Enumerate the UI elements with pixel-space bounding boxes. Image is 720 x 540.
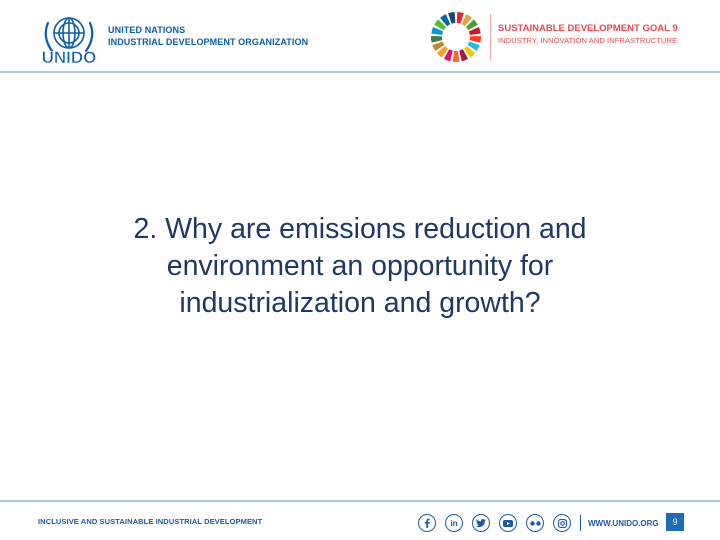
instagram-icon[interactable] bbox=[553, 514, 571, 532]
sdg-wheel-segment bbox=[452, 50, 460, 62]
header: UNIDO UNITED NATIONS INDUSTRIAL DEVELOPM… bbox=[0, 0, 720, 72]
linkedin-icon[interactable]: in bbox=[445, 514, 463, 532]
sdg-wheel-segment bbox=[469, 35, 481, 43]
twitter-icon[interactable] bbox=[472, 514, 490, 532]
sdg-wheel-segment bbox=[431, 35, 443, 43]
sdg-title-line: SUSTAINABLE DEVELOPMENT GOAL 9 bbox=[498, 22, 678, 35]
unido-logo-text: UNIDO bbox=[42, 48, 97, 67]
flickr-icon[interactable] bbox=[526, 514, 544, 532]
website-separator bbox=[580, 515, 581, 531]
slide-title-line2: environment an opportunity for bbox=[166, 250, 554, 282]
sdg-divider bbox=[490, 14, 491, 60]
org-name-line1: UNITED NATIONS bbox=[108, 25, 186, 35]
page-number: 9 bbox=[666, 513, 684, 531]
website-link[interactable]: WWW.UNIDO.ORG bbox=[588, 519, 659, 528]
slide-title-line3: industrialization and growth? bbox=[179, 287, 541, 319]
slide: UNIDO UNITED NATIONS INDUSTRIAL DEVELOPM… bbox=[0, 0, 720, 540]
header-divider bbox=[0, 71, 720, 73]
facebook-icon[interactable] bbox=[418, 514, 436, 532]
youtube-icon[interactable] bbox=[499, 514, 517, 532]
sdg-wheel-icon bbox=[431, 12, 481, 62]
sdg-title: SUSTAINABLE DEVELOPMENT bbox=[498, 23, 640, 34]
social-links: in WWW.UNIDO.ORG bbox=[418, 512, 659, 534]
slide-title-line1: 2. Why are emissions reduction and bbox=[133, 213, 587, 245]
sdg-goal-number: GOAL 9 bbox=[642, 23, 678, 34]
org-name: UNITED NATIONS INDUSTRIAL DEVELOPMENT OR… bbox=[108, 24, 308, 48]
unido-logo: UNIDO bbox=[41, 17, 97, 67]
footer-tagline: INCLUSIVE AND SUSTAINABLE INDUSTRIAL DEV… bbox=[38, 517, 263, 526]
org-name-line2: INDUSTRIAL DEVELOPMENT ORGANIZATION bbox=[108, 37, 309, 47]
footer-divider bbox=[0, 500, 720, 502]
sdg-goal-label: SUSTAINABLE DEVELOPMENT GOAL 9 INDUSTRY,… bbox=[498, 22, 678, 47]
slide-title: 2. Why are emissions reduction and envir… bbox=[60, 211, 660, 322]
sdg-subtitle: INDUSTRY, INNOVATION AND INFRASTRUCTURE bbox=[498, 36, 678, 45]
